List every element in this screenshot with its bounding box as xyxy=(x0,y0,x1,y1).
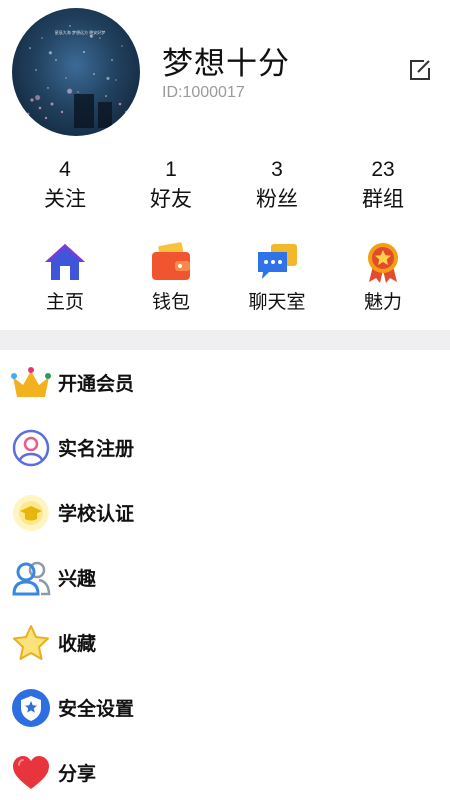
action-label: 主页 xyxy=(45,291,84,313)
stat-label: 粉丝 xyxy=(256,187,298,211)
medal-icon xyxy=(368,243,398,283)
menu-label: 收藏 xyxy=(58,633,97,655)
menu-label: 实名注册 xyxy=(58,438,135,460)
menu-item-interests[interactable]: 兴趣 xyxy=(0,545,450,610)
stat-groups[interactable]: 23 群组 xyxy=(330,156,436,218)
avatar-caption: 星辰大海 梦想远方 晚安好梦 xyxy=(54,30,106,35)
menu-item-realname[interactable]: 实名注册 xyxy=(0,415,450,480)
avatar-starry-sky-image xyxy=(26,25,128,128)
menu-label: 开通会员 xyxy=(58,373,135,395)
edit-profile-button[interactable] xyxy=(408,58,432,82)
action-label: 聊天室 xyxy=(248,291,306,313)
edit-icon xyxy=(410,60,430,80)
star-icon xyxy=(13,624,49,660)
people-icon xyxy=(12,561,51,595)
heart-icon xyxy=(13,755,49,789)
user-id: ID:1000017 xyxy=(162,84,245,101)
home-icon xyxy=(45,244,85,280)
menu-item-share[interactable]: 分享 xyxy=(0,740,450,800)
action-label: 魅力 xyxy=(363,291,402,313)
stat-label: 关注 xyxy=(44,187,86,211)
profile-header: 星辰大海 梦想远方 晚安好梦 梦想十分 ID:1000017 xyxy=(0,0,450,150)
wallet-icon xyxy=(152,242,190,280)
stat-count: 3 xyxy=(271,158,283,181)
settings-menu: 开通会员 实名注册 学校认证 兴趣 收藏 安全设置 分享 xyxy=(0,350,450,800)
menu-item-favorites[interactable]: 收藏 xyxy=(0,610,450,675)
stat-following[interactable]: 4 关注 xyxy=(12,156,118,218)
menu-label: 学校认证 xyxy=(58,503,135,525)
action-wallet[interactable]: 钱包 xyxy=(118,240,224,320)
action-chatroom[interactable]: 聊天室 xyxy=(224,240,330,320)
graduation-cap-icon xyxy=(13,494,49,531)
username: 梦想十分 xyxy=(162,46,290,82)
menu-label: 分享 xyxy=(58,763,97,785)
stat-fans[interactable]: 3 粉丝 xyxy=(224,156,330,218)
user-verify-icon xyxy=(12,429,50,466)
stats-row: 4 关注 1 好友 3 粉丝 23 群组 xyxy=(0,156,450,218)
quick-actions: 主页 钱包 聊天室 魅力 xyxy=(0,240,450,320)
stat-count: 23 xyxy=(371,158,395,181)
action-label: 钱包 xyxy=(151,291,190,313)
section-divider xyxy=(0,330,450,350)
menu-item-school[interactable]: 学校认证 xyxy=(0,480,450,545)
crown-icon xyxy=(11,366,51,397)
action-charm[interactable]: 魅力 xyxy=(330,240,436,320)
shield-icon xyxy=(12,688,50,727)
stat-count: 4 xyxy=(59,158,71,181)
menu-item-security[interactable]: 安全设置 xyxy=(0,675,450,740)
stat-label: 群组 xyxy=(362,187,404,211)
menu-label: 兴趣 xyxy=(58,568,97,590)
action-home[interactable]: 主页 xyxy=(12,240,118,320)
stat-friends[interactable]: 1 好友 xyxy=(118,156,224,218)
chat-icon xyxy=(258,244,297,279)
stat-label: 好友 xyxy=(150,187,192,211)
menu-label: 安全设置 xyxy=(58,698,135,720)
menu-item-vip[interactable]: 开通会员 xyxy=(0,350,450,415)
avatar[interactable]: 星辰大海 梦想远方 晚安好梦 xyxy=(12,8,140,136)
stat-count: 1 xyxy=(165,158,177,181)
